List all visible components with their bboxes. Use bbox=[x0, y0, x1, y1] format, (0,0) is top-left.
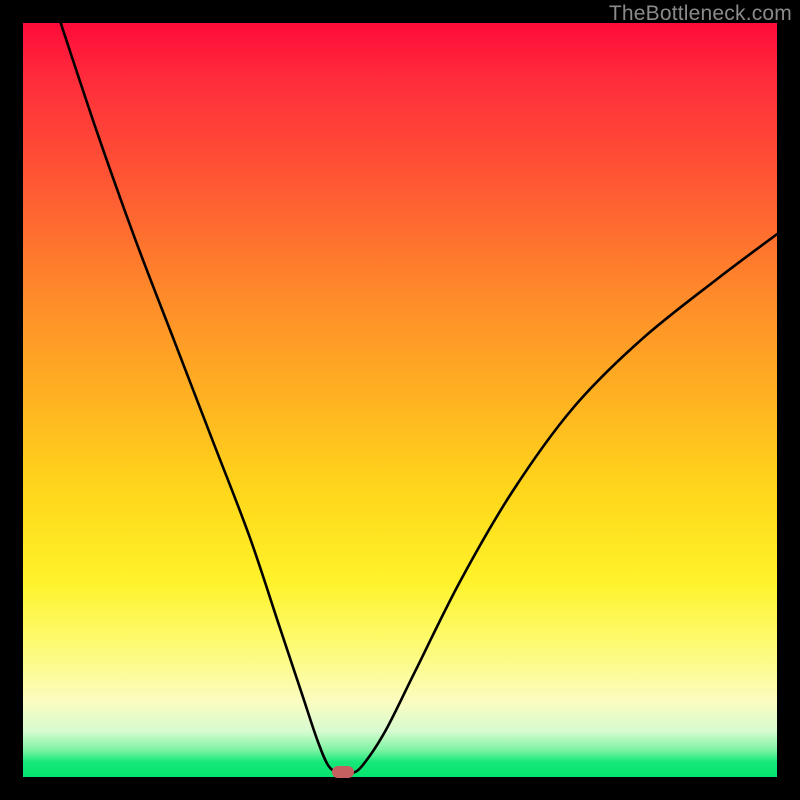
chart-frame: TheBottleneck.com bbox=[0, 0, 800, 800]
bottleneck-curve bbox=[23, 23, 777, 777]
chart-plot-area bbox=[23, 23, 777, 777]
optimal-point-marker bbox=[332, 766, 354, 778]
